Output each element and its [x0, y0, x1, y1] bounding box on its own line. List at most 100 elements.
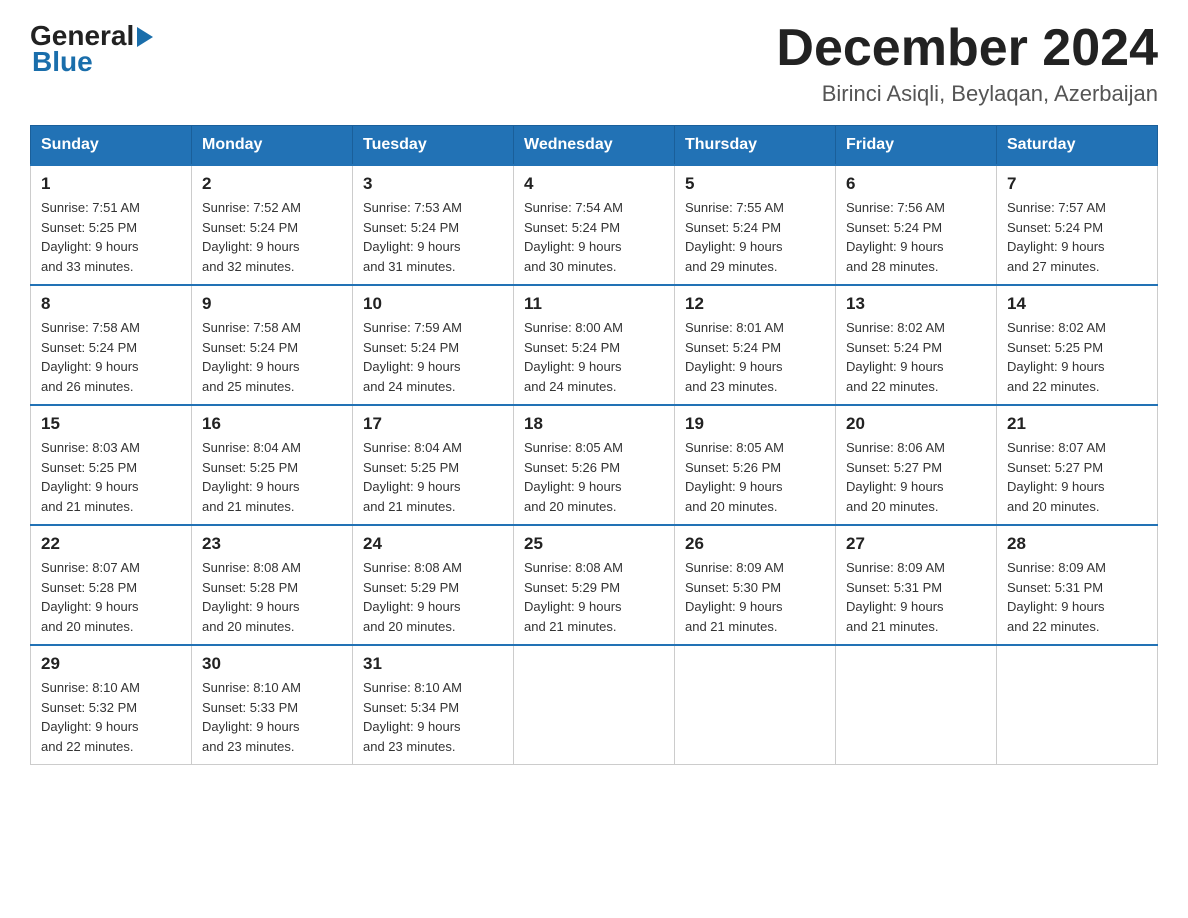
calendar-cell: 28 Sunrise: 8:09 AM Sunset: 5:31 PM Dayl…	[997, 525, 1158, 645]
day-detail: Sunrise: 8:02 AM Sunset: 5:24 PM Dayligh…	[846, 318, 986, 396]
day-detail: Sunrise: 7:58 AM Sunset: 5:24 PM Dayligh…	[202, 318, 342, 396]
logo-blue-text: Blue	[32, 46, 93, 78]
day-number: 30	[202, 654, 342, 674]
day-detail: Sunrise: 8:03 AM Sunset: 5:25 PM Dayligh…	[41, 438, 181, 516]
day-detail: Sunrise: 7:53 AM Sunset: 5:24 PM Dayligh…	[363, 198, 503, 276]
weekday-header-wednesday: Wednesday	[514, 126, 675, 166]
day-number: 25	[524, 534, 664, 554]
day-number: 18	[524, 414, 664, 434]
calendar-cell: 23 Sunrise: 8:08 AM Sunset: 5:28 PM Dayl…	[192, 525, 353, 645]
day-number: 27	[846, 534, 986, 554]
weekday-header-monday: Monday	[192, 126, 353, 166]
calendar-cell: 16 Sunrise: 8:04 AM Sunset: 5:25 PM Dayl…	[192, 405, 353, 525]
day-detail: Sunrise: 8:05 AM Sunset: 5:26 PM Dayligh…	[685, 438, 825, 516]
day-detail: Sunrise: 7:51 AM Sunset: 5:25 PM Dayligh…	[41, 198, 181, 276]
calendar-cell: 12 Sunrise: 8:01 AM Sunset: 5:24 PM Dayl…	[675, 285, 836, 405]
weekday-header-tuesday: Tuesday	[353, 126, 514, 166]
weekday-header-saturday: Saturday	[997, 126, 1158, 166]
day-detail: Sunrise: 7:54 AM Sunset: 5:24 PM Dayligh…	[524, 198, 664, 276]
day-detail: Sunrise: 8:08 AM Sunset: 5:28 PM Dayligh…	[202, 558, 342, 636]
day-detail: Sunrise: 8:10 AM Sunset: 5:34 PM Dayligh…	[363, 678, 503, 756]
calendar-week-row: 1 Sunrise: 7:51 AM Sunset: 5:25 PM Dayli…	[31, 165, 1158, 285]
day-number: 11	[524, 294, 664, 314]
calendar-cell	[675, 645, 836, 765]
day-detail: Sunrise: 8:08 AM Sunset: 5:29 PM Dayligh…	[524, 558, 664, 636]
day-detail: Sunrise: 8:08 AM Sunset: 5:29 PM Dayligh…	[363, 558, 503, 636]
calendar-cell: 11 Sunrise: 8:00 AM Sunset: 5:24 PM Dayl…	[514, 285, 675, 405]
page-header: General Blue December 2024 Birinci Asiql…	[30, 20, 1158, 107]
logo: General Blue	[30, 20, 153, 78]
day-number: 22	[41, 534, 181, 554]
calendar-cell: 21 Sunrise: 8:07 AM Sunset: 5:27 PM Dayl…	[997, 405, 1158, 525]
calendar-cell: 17 Sunrise: 8:04 AM Sunset: 5:25 PM Dayl…	[353, 405, 514, 525]
calendar-cell: 31 Sunrise: 8:10 AM Sunset: 5:34 PM Dayl…	[353, 645, 514, 765]
calendar-cell: 5 Sunrise: 7:55 AM Sunset: 5:24 PM Dayli…	[675, 165, 836, 285]
logo-triangle-icon	[137, 27, 153, 47]
day-detail: Sunrise: 7:57 AM Sunset: 5:24 PM Dayligh…	[1007, 198, 1147, 276]
day-number: 12	[685, 294, 825, 314]
calendar-cell: 2 Sunrise: 7:52 AM Sunset: 5:24 PM Dayli…	[192, 165, 353, 285]
day-number: 20	[846, 414, 986, 434]
calendar-table: SundayMondayTuesdayWednesdayThursdayFrid…	[30, 125, 1158, 765]
calendar-cell: 3 Sunrise: 7:53 AM Sunset: 5:24 PM Dayli…	[353, 165, 514, 285]
day-detail: Sunrise: 8:02 AM Sunset: 5:25 PM Dayligh…	[1007, 318, 1147, 396]
calendar-cell	[514, 645, 675, 765]
day-detail: Sunrise: 8:04 AM Sunset: 5:25 PM Dayligh…	[363, 438, 503, 516]
calendar-week-row: 15 Sunrise: 8:03 AM Sunset: 5:25 PM Dayl…	[31, 405, 1158, 525]
day-number: 2	[202, 174, 342, 194]
day-number: 29	[41, 654, 181, 674]
calendar-header-row: SundayMondayTuesdayWednesdayThursdayFrid…	[31, 126, 1158, 166]
calendar-cell: 13 Sunrise: 8:02 AM Sunset: 5:24 PM Dayl…	[836, 285, 997, 405]
calendar-week-row: 8 Sunrise: 7:58 AM Sunset: 5:24 PM Dayli…	[31, 285, 1158, 405]
day-number: 10	[363, 294, 503, 314]
calendar-cell: 10 Sunrise: 7:59 AM Sunset: 5:24 PM Dayl…	[353, 285, 514, 405]
weekday-header-friday: Friday	[836, 126, 997, 166]
calendar-cell: 19 Sunrise: 8:05 AM Sunset: 5:26 PM Dayl…	[675, 405, 836, 525]
calendar-week-row: 29 Sunrise: 8:10 AM Sunset: 5:32 PM Dayl…	[31, 645, 1158, 765]
day-number: 23	[202, 534, 342, 554]
day-number: 31	[363, 654, 503, 674]
main-title: December 2024	[776, 20, 1158, 77]
calendar-week-row: 22 Sunrise: 8:07 AM Sunset: 5:28 PM Dayl…	[31, 525, 1158, 645]
calendar-cell: 20 Sunrise: 8:06 AM Sunset: 5:27 PM Dayl…	[836, 405, 997, 525]
day-detail: Sunrise: 8:04 AM Sunset: 5:25 PM Dayligh…	[202, 438, 342, 516]
calendar-cell: 15 Sunrise: 8:03 AM Sunset: 5:25 PM Dayl…	[31, 405, 192, 525]
calendar-cell	[997, 645, 1158, 765]
day-detail: Sunrise: 7:55 AM Sunset: 5:24 PM Dayligh…	[685, 198, 825, 276]
day-detail: Sunrise: 8:10 AM Sunset: 5:32 PM Dayligh…	[41, 678, 181, 756]
day-detail: Sunrise: 8:00 AM Sunset: 5:24 PM Dayligh…	[524, 318, 664, 396]
calendar-cell: 26 Sunrise: 8:09 AM Sunset: 5:30 PM Dayl…	[675, 525, 836, 645]
calendar-cell	[836, 645, 997, 765]
calendar-cell: 27 Sunrise: 8:09 AM Sunset: 5:31 PM Dayl…	[836, 525, 997, 645]
day-number: 24	[363, 534, 503, 554]
day-number: 4	[524, 174, 664, 194]
day-number: 19	[685, 414, 825, 434]
day-number: 9	[202, 294, 342, 314]
weekday-header-sunday: Sunday	[31, 126, 192, 166]
day-detail: Sunrise: 7:58 AM Sunset: 5:24 PM Dayligh…	[41, 318, 181, 396]
day-number: 3	[363, 174, 503, 194]
calendar-cell: 9 Sunrise: 7:58 AM Sunset: 5:24 PM Dayli…	[192, 285, 353, 405]
day-number: 14	[1007, 294, 1147, 314]
subtitle: Birinci Asiqli, Beylaqan, Azerbaijan	[776, 81, 1158, 107]
day-detail: Sunrise: 8:06 AM Sunset: 5:27 PM Dayligh…	[846, 438, 986, 516]
calendar-cell: 25 Sunrise: 8:08 AM Sunset: 5:29 PM Dayl…	[514, 525, 675, 645]
day-number: 26	[685, 534, 825, 554]
calendar-cell: 30 Sunrise: 8:10 AM Sunset: 5:33 PM Dayl…	[192, 645, 353, 765]
calendar-cell: 6 Sunrise: 7:56 AM Sunset: 5:24 PM Dayli…	[836, 165, 997, 285]
day-number: 7	[1007, 174, 1147, 194]
day-detail: Sunrise: 8:07 AM Sunset: 5:27 PM Dayligh…	[1007, 438, 1147, 516]
calendar-cell: 4 Sunrise: 7:54 AM Sunset: 5:24 PM Dayli…	[514, 165, 675, 285]
day-detail: Sunrise: 8:09 AM Sunset: 5:31 PM Dayligh…	[1007, 558, 1147, 636]
day-number: 13	[846, 294, 986, 314]
day-detail: Sunrise: 8:09 AM Sunset: 5:31 PM Dayligh…	[846, 558, 986, 636]
calendar-cell: 18 Sunrise: 8:05 AM Sunset: 5:26 PM Dayl…	[514, 405, 675, 525]
calendar-cell: 24 Sunrise: 8:08 AM Sunset: 5:29 PM Dayl…	[353, 525, 514, 645]
day-number: 6	[846, 174, 986, 194]
calendar-cell: 14 Sunrise: 8:02 AM Sunset: 5:25 PM Dayl…	[997, 285, 1158, 405]
day-detail: Sunrise: 8:01 AM Sunset: 5:24 PM Dayligh…	[685, 318, 825, 396]
day-detail: Sunrise: 8:07 AM Sunset: 5:28 PM Dayligh…	[41, 558, 181, 636]
day-number: 1	[41, 174, 181, 194]
day-detail: Sunrise: 8:10 AM Sunset: 5:33 PM Dayligh…	[202, 678, 342, 756]
day-detail: Sunrise: 7:59 AM Sunset: 5:24 PM Dayligh…	[363, 318, 503, 396]
